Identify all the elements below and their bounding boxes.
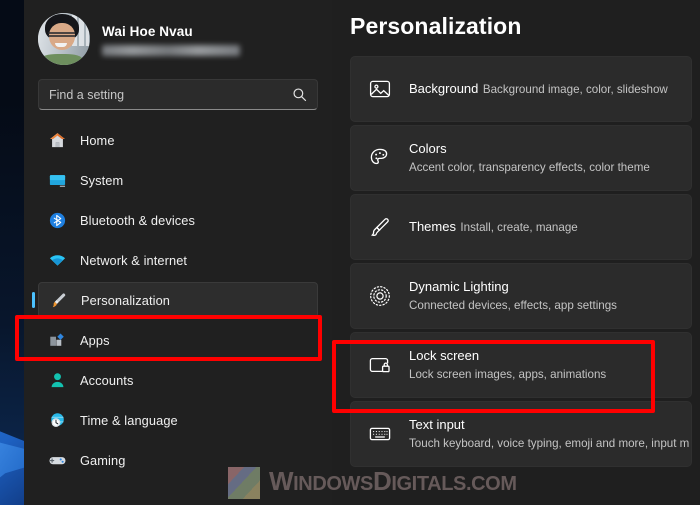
setting-card-themes[interactable]: Themes Install, create, manage: [350, 194, 692, 260]
search-icon[interactable]: [292, 87, 307, 102]
setting-card-text-input[interactable]: Text input Touch keyboard, voice typing,…: [350, 401, 692, 467]
search-container: [24, 73, 332, 122]
gamepad-icon: [48, 451, 67, 470]
avatar: [38, 13, 90, 65]
card-title: Themes: [409, 219, 456, 234]
card-subtitle: Accent color, transparency effects, colo…: [409, 161, 650, 174]
card-subtitle: Background image, color, slideshow: [482, 83, 668, 96]
sidebar-item-apps[interactable]: Apps: [38, 322, 318, 358]
account-card[interactable]: Wai Hoe Nvau: [24, 0, 332, 73]
sidebar-item-label: Accounts: [80, 372, 134, 388]
card-subtitle: Lock screen images, apps, animations: [409, 368, 607, 381]
sidebar-item-label: Network & internet: [80, 252, 188, 268]
setting-card-colors[interactable]: Colors Accent color, transparency effect…: [350, 125, 692, 191]
sidebar-item-bluetooth-devices[interactable]: Bluetooth & devices: [38, 202, 318, 238]
setting-card-background[interactable]: Background Background image, color, slid…: [350, 56, 692, 122]
sidebar-item-network-internet[interactable]: Network & internet: [38, 242, 318, 278]
account-name: Wai Hoe Nvau: [102, 23, 193, 39]
sidebar-item-label: System: [80, 172, 124, 188]
sidebar-nav-list: Home System Bluetooth & devices Network …: [24, 122, 332, 478]
picture-icon: [367, 76, 393, 102]
sidebar-item-label: Personalization: [81, 292, 170, 308]
card-subtitle: Touch keyboard, voice typing, emoji and …: [409, 437, 690, 450]
search-box[interactable]: [38, 79, 318, 110]
keyboard-icon: [367, 421, 393, 447]
bluetooth-icon: [48, 211, 67, 230]
sunburst-icon: [367, 283, 393, 309]
card-subtitle: Install, create, manage: [460, 221, 578, 234]
card-title: Text input: [409, 417, 465, 432]
sidebar-item-personalization[interactable]: Personalization: [32, 282, 318, 318]
wifi-icon: [48, 251, 67, 270]
card-text: Background Background image, color, slid…: [409, 80, 668, 98]
palette-icon: [367, 145, 393, 171]
lock-screen-icon: [367, 352, 393, 378]
sidebar-item-home[interactable]: Home: [38, 122, 318, 158]
card-title: Lock screen: [409, 348, 480, 363]
card-text: Themes Install, create, manage: [409, 218, 578, 236]
card-title: Colors: [409, 141, 447, 156]
settings-sidebar: Wai Hoe Nvau Find a setting Home System …: [24, 0, 332, 505]
settings-card-list: Background Background image, color, slid…: [350, 56, 700, 467]
card-title: Background: [409, 81, 479, 96]
setting-card-lock-screen[interactable]: Lock screen Lock screen images, apps, an…: [350, 332, 692, 398]
sidebar-item-label: Gaming: [80, 452, 126, 468]
card-text: Dynamic Lighting Connected devices, effe…: [409, 278, 675, 314]
card-subtitle: Connected devices, effects, app settings: [409, 299, 617, 312]
settings-window: Wai Hoe Nvau Find a setting Home System …: [24, 0, 700, 505]
home-icon: [48, 131, 67, 150]
card-text: Lock screen Lock screen images, apps, an…: [409, 347, 675, 383]
sidebar-item-accounts[interactable]: Accounts: [38, 362, 318, 398]
setting-card-dynamic-lighting[interactable]: Dynamic Lighting Connected devices, effe…: [350, 263, 692, 329]
card-text: Colors Accent color, transparency effect…: [409, 140, 675, 176]
system-monitor-icon: [48, 171, 67, 190]
sidebar-item-label: Time & language: [80, 412, 178, 428]
sidebar-item-label: Apps: [80, 332, 110, 348]
sidebar-item-gaming[interactable]: Gaming: [38, 442, 318, 478]
card-text: Text input Touch keyboard, voice typing,…: [409, 416, 689, 452]
sidebar-item-time-language[interactable]: Time & language: [38, 402, 318, 438]
page-title: Personalization: [350, 13, 522, 39]
search-input[interactable]: [49, 87, 292, 102]
card-title: Dynamic Lighting: [409, 279, 509, 294]
sidebar-item-label: Home: [80, 132, 115, 148]
account-email-redacted: [102, 44, 240, 56]
main-content: Personalization Background Background im…: [332, 0, 700, 505]
sidebar-item-system[interactable]: System: [38, 162, 318, 198]
person-icon: [48, 371, 67, 390]
sidebar-item-label: Bluetooth & devices: [80, 212, 196, 228]
paintbrush-outline-icon: [367, 214, 393, 240]
paintbrush-icon: [49, 291, 68, 310]
screenshot-root: Wai Hoe Nvau Find a setting Home System …: [0, 0, 700, 505]
account-text: Wai Hoe Nvau: [102, 23, 240, 56]
clock-globe-icon: [48, 411, 67, 430]
apps-icon: [48, 331, 67, 350]
